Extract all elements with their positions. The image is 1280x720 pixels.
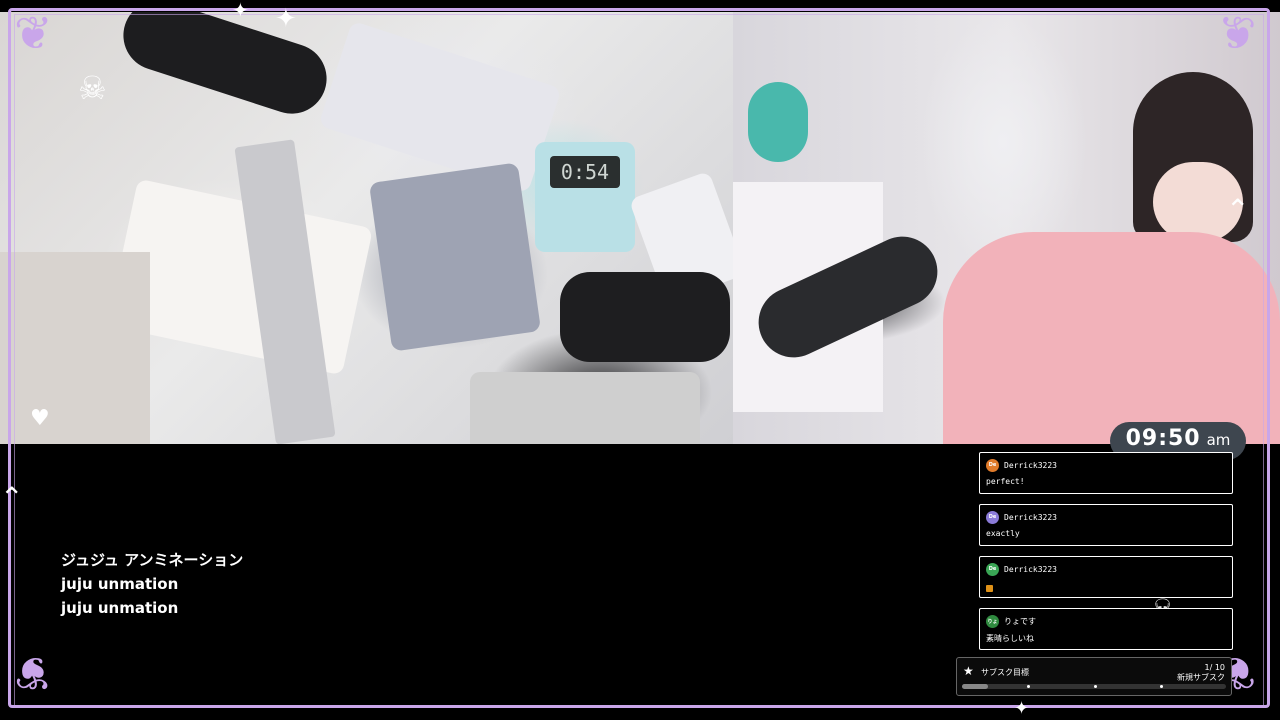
avatar: De bbox=[986, 562, 999, 576]
ornament-top-right-icon: ❦ bbox=[1218, 6, 1257, 60]
chat-text: 素晴らしいね bbox=[986, 634, 1034, 643]
chat-text: perfect! bbox=[986, 477, 1025, 486]
chat-message: りょ りょです 素晴らしいね bbox=[979, 608, 1233, 650]
timer-readout: 0:54 bbox=[550, 156, 620, 188]
heart-icon: ♥ bbox=[30, 406, 50, 431]
sparkle-icon: ✦ bbox=[1014, 698, 1030, 719]
emote-icon bbox=[986, 585, 993, 592]
stream-title-block: ジュジュ アンミネーション juju unmation juju unmatio… bbox=[61, 548, 243, 620]
chat-username: Derrick3223 bbox=[1004, 460, 1057, 470]
pencil-case-shape bbox=[368, 162, 542, 352]
chat-message: De Derrick3223 bbox=[979, 556, 1233, 598]
chat-panel: De Derrick3223 perfect! De Derrick3223 e… bbox=[979, 452, 1233, 660]
milestone-dot bbox=[1094, 685, 1097, 688]
sub-goal-subtitle: 新規サブスク bbox=[1177, 673, 1225, 682]
clock-time: 09:50 bbox=[1125, 426, 1201, 451]
chat-message: De Derrick3223 perfect! bbox=[979, 452, 1233, 494]
ornament-bottom-left-icon: ❦ bbox=[14, 646, 53, 700]
chat-username: りょです bbox=[1004, 616, 1036, 626]
title-line-japanese: ジュジュ アンミネーション bbox=[61, 551, 244, 569]
cables-shape bbox=[560, 272, 730, 362]
clock-ampm: am bbox=[1206, 431, 1231, 449]
title-line-romaji-repeat: juju unmation bbox=[61, 599, 179, 617]
microphone-top-shape bbox=[114, 12, 336, 123]
chat-message: De Derrick3223 exactly bbox=[979, 504, 1233, 546]
bat-icon: ⌃ bbox=[0, 481, 24, 514]
face-camera-feed bbox=[733, 12, 1280, 444]
desk-camera-feed: 0:54 bbox=[0, 12, 733, 444]
sub-goal-progress-fill bbox=[962, 684, 989, 689]
sub-goal-title: サブスク目標 bbox=[981, 668, 1029, 677]
blanket-shape bbox=[0, 252, 150, 444]
avatar: De bbox=[986, 458, 999, 472]
person-sweater-shape bbox=[943, 232, 1280, 444]
mixer-shape bbox=[470, 372, 700, 444]
milestone-dot bbox=[1160, 685, 1163, 688]
bat-icon: ⌃ bbox=[1226, 193, 1250, 226]
sub-goal-widget: ★ サブスク目標 1/ 10 新規サブスク bbox=[956, 657, 1232, 696]
sub-goal-count: 1/ 10 bbox=[1204, 663, 1225, 672]
sparkle-icon: ✦ bbox=[275, 4, 297, 34]
star-icon: ★ bbox=[963, 664, 974, 678]
timer-device: 0:54 bbox=[535, 142, 635, 252]
sparkle-icon: ✦ bbox=[232, 0, 249, 22]
chat-text: exactly bbox=[986, 529, 1020, 538]
avatar: りょ bbox=[986, 614, 999, 628]
avatar: De bbox=[986, 510, 999, 524]
title-line-romaji: juju unmation bbox=[61, 575, 179, 593]
skull-icon: ☠ bbox=[78, 69, 107, 107]
ornament-top-left-icon: ❦ bbox=[14, 6, 53, 60]
chat-username: Derrick3223 bbox=[1004, 512, 1057, 522]
milestone-dot bbox=[1027, 685, 1030, 688]
chat-username: Derrick3223 bbox=[1004, 564, 1057, 574]
plush-toy-shape bbox=[748, 82, 808, 162]
keyboard-shape bbox=[318, 20, 562, 194]
